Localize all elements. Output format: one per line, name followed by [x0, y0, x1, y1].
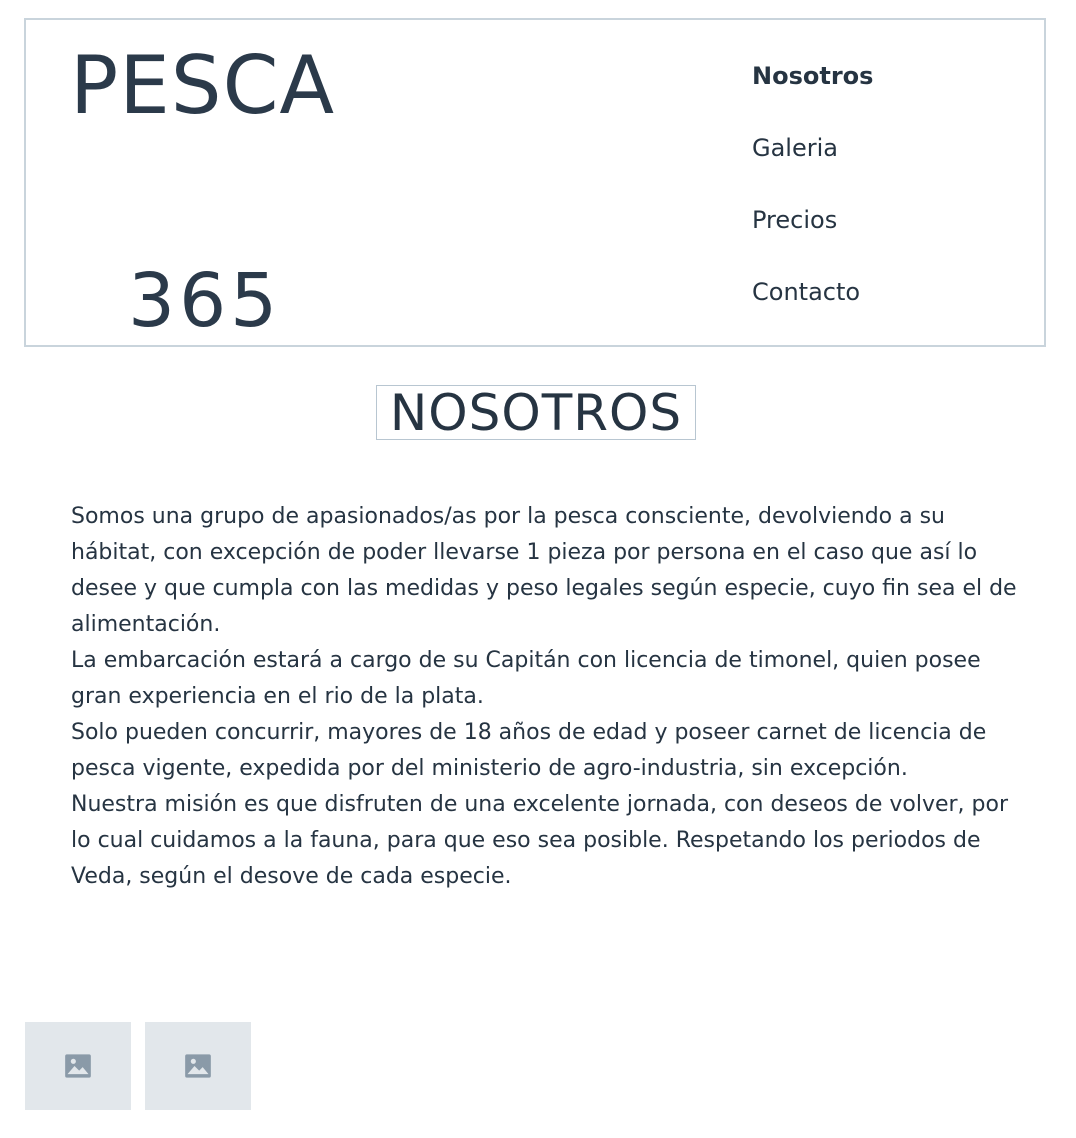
nav-item-contacto[interactable]: Contacto [752, 276, 873, 348]
about-paragraph: La embarcación estará a cargo de su Capi… [71, 648, 981, 709]
gallery-thumbnails [25, 1022, 251, 1110]
about-paragraph: Somos una grupo de apasionados/as por la… [71, 504, 1017, 637]
nav-item-galeria[interactable]: Galeria [752, 132, 873, 204]
logo-text-365[interactable]: 365 [128, 256, 281, 346]
about-paragraph: Nuestra misión es que disfruten de una e… [71, 792, 1008, 889]
logo-text-pesca[interactable]: PESCA [70, 38, 335, 134]
gallery-thumbnail[interactable] [145, 1022, 251, 1110]
about-text: Somos una grupo de apasionados/as por la… [71, 499, 1031, 895]
image-placeholder-icon [185, 1054, 211, 1078]
main-nav: Nosotros Galeria Precios Contacto [752, 60, 873, 348]
nav-item-precios[interactable]: Precios [752, 204, 873, 276]
section-title: NOSOTROS [376, 385, 696, 440]
site-header: PESCA 365 Nosotros Galeria Precios Conta… [24, 18, 1046, 347]
image-placeholder-icon [65, 1054, 91, 1078]
gallery-thumbnail[interactable] [25, 1022, 131, 1110]
nav-item-nosotros[interactable]: Nosotros [752, 60, 873, 132]
about-paragraph: Solo pueden concurrir, mayores de 18 año… [71, 720, 987, 781]
